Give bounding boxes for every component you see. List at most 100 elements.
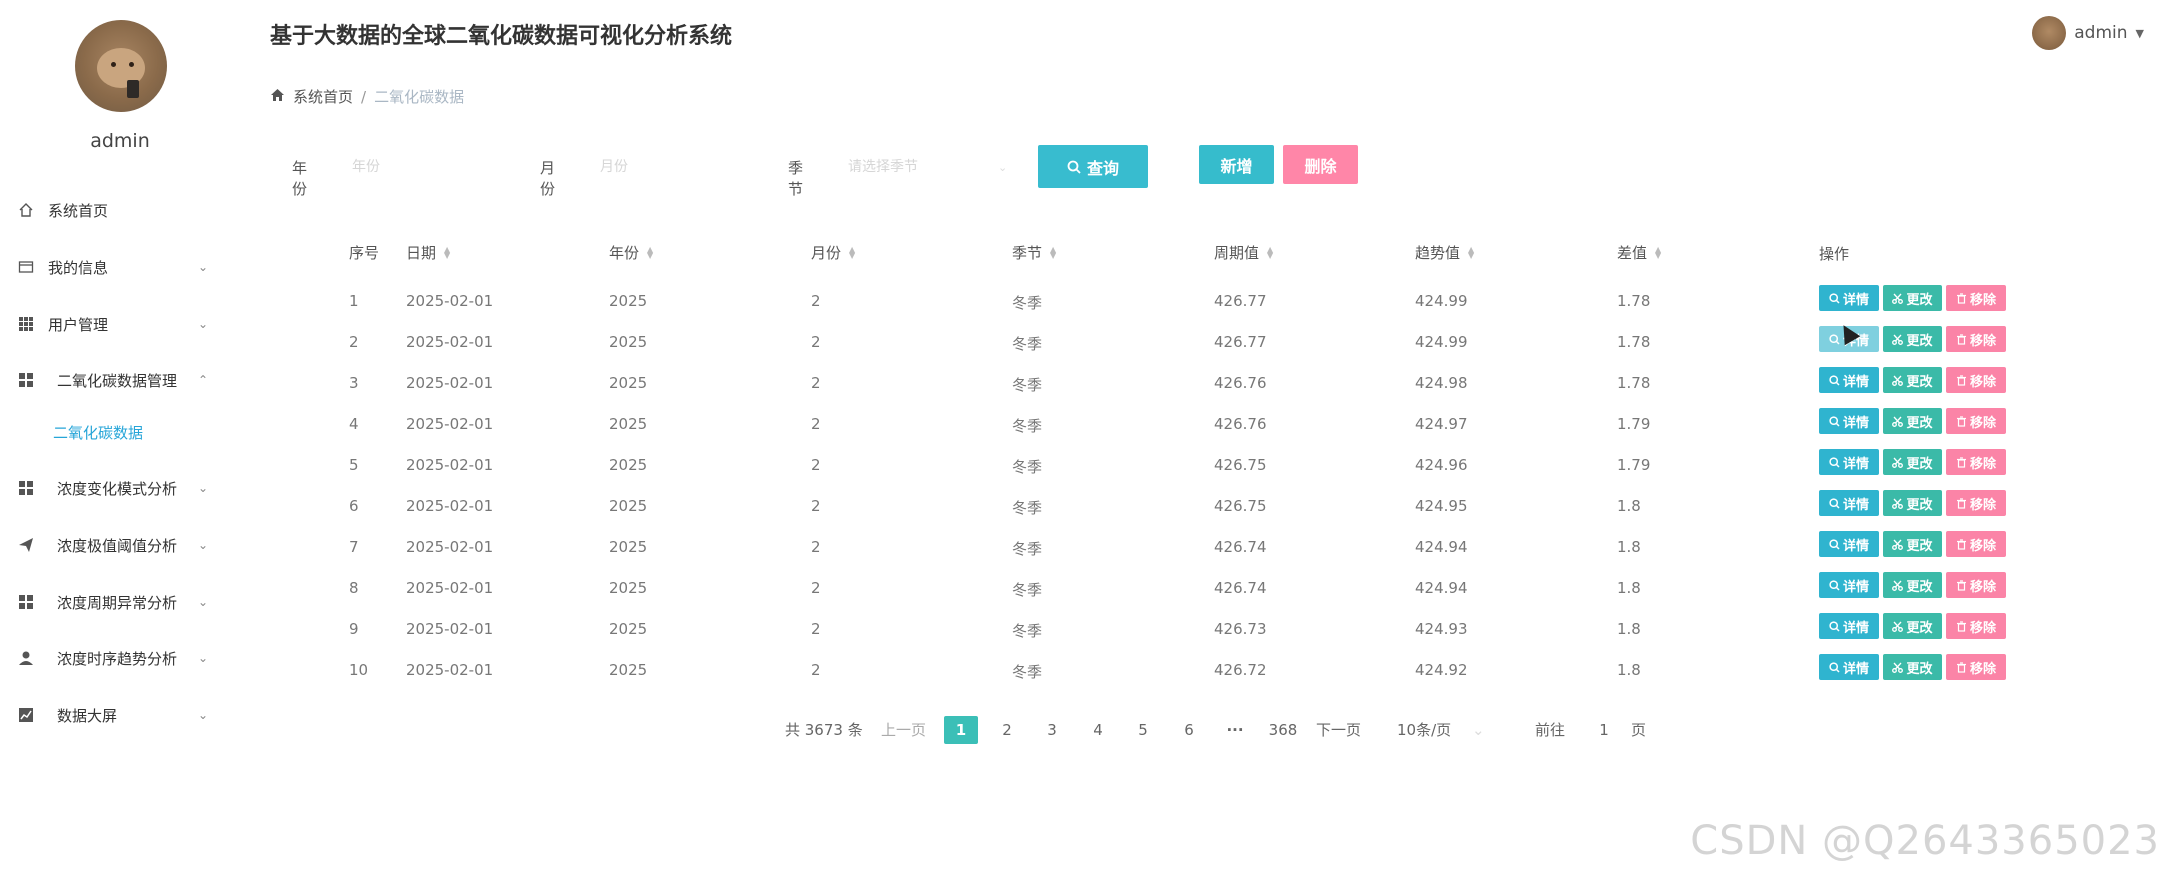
detail-button[interactable]: 详情 — [1819, 449, 1879, 475]
sidebar-item-co2-management[interactable]: 二氧化碳数据管理 ⌃ — [0, 360, 230, 400]
table-cell: 2025-02-01 — [406, 661, 494, 679]
remove-button-label: 移除 — [1969, 415, 1996, 431]
table-cell: 1.8 — [1617, 579, 1641, 597]
profile-card-icon — [18, 259, 34, 275]
send-icon — [18, 537, 34, 553]
page-button[interactable]: 3 — [1035, 716, 1069, 744]
detail-button-label: 详情 — [1842, 374, 1869, 390]
edit-button[interactable]: 更改 — [1883, 531, 1942, 557]
search-button[interactable]: 查询 — [1038, 145, 1148, 188]
detail-button[interactable]: 详情 — [1819, 613, 1879, 639]
detail-button[interactable]: 详情 — [1819, 490, 1879, 516]
season-select[interactable] — [846, 149, 1020, 185]
column-header-period[interactable]: 周期值 ▲ ▼ — [1214, 242, 1273, 263]
table-cell: 424.99 — [1415, 333, 1468, 351]
remove-button[interactable]: 移除 — [1946, 408, 2006, 434]
sidebar-item-dashboard[interactable]: 数据大屏 ⌄ — [0, 695, 230, 735]
column-header-month[interactable]: 月份 ▲ ▼ — [811, 242, 855, 263]
chevron-up-icon: ⌃ — [198, 373, 209, 387]
edit-button[interactable]: 更改 — [1883, 654, 1942, 680]
goto-page-input[interactable]: 1 — [1591, 716, 1617, 744]
page-button[interactable]: 368 — [1260, 716, 1306, 744]
sidebar-item-change-pattern[interactable]: 浓度变化模式分析 ⌄ — [0, 468, 230, 508]
sort-icon[interactable]: ▲ ▼ — [1468, 245, 1474, 259]
remove-button[interactable]: 移除 — [1946, 531, 2006, 557]
table-cell: 1.8 — [1617, 620, 1641, 638]
sidebar-item-periodic-anomaly[interactable]: 浓度周期异常分析 ⌄ — [0, 582, 230, 622]
more-pages-button[interactable]: ··· — [1218, 716, 1252, 744]
detail-button[interactable]: 详情 — [1819, 572, 1879, 598]
column-header-trend[interactable]: 趋势值 ▲ ▼ — [1415, 242, 1474, 263]
remove-button[interactable]: 移除 — [1946, 490, 2006, 516]
remove-button[interactable]: 移除 — [1946, 285, 2006, 311]
edit-button[interactable]: 更改 — [1883, 490, 1942, 516]
remove-button[interactable]: 移除 — [1946, 654, 2006, 680]
column-header-year[interactable]: 年份 ▲ ▼ — [609, 242, 653, 263]
table-cell: 2025 — [609, 579, 648, 597]
edit-button[interactable]: 更改 — [1883, 572, 1942, 598]
next-page-button[interactable]: 下一页 — [1316, 716, 1361, 744]
remove-button[interactable]: 移除 — [1946, 572, 2006, 598]
detail-button[interactable]: 详情 — [1819, 531, 1879, 557]
month-input[interactable] — [598, 149, 772, 185]
sidebar-item-label: 我的信息 — [48, 258, 109, 277]
sidebar-item-time-trend[interactable]: 浓度时序趋势分析 ⌄ — [0, 638, 230, 678]
sidebar-item-home[interactable]: 系统首页 — [0, 190, 230, 230]
edit-button[interactable]: 更改 — [1883, 367, 1942, 393]
prev-page-button[interactable]: 上一页 — [881, 716, 926, 744]
page-button[interactable]: 6 — [1172, 716, 1206, 744]
page-button[interactable]: 5 — [1126, 716, 1160, 744]
grid-icon — [18, 480, 34, 496]
edit-button[interactable]: 更改 — [1883, 285, 1942, 311]
table-cell: 426.75 — [1214, 497, 1267, 515]
remove-button[interactable]: 移除 — [1946, 326, 2006, 352]
row-actions: 详情 更改 移除 — [1819, 285, 2006, 311]
chevron-down-icon: ⌄ — [198, 708, 209, 722]
edit-button[interactable]: 更改 — [1883, 408, 1942, 434]
page-button[interactable]: 2 — [990, 716, 1024, 744]
sort-icon[interactable]: ▲ ▼ — [1267, 245, 1273, 259]
edit-button-label: 更改 — [1906, 661, 1933, 677]
table-row: 4 2025-02-01 2025 2 冬季 426.76 424.97 1.79 详情 更改 移除 — [349, 403, 2006, 444]
edit-button[interactable]: 更改 — [1883, 613, 1942, 639]
sidebar-item-extreme-threshold[interactable]: 浓度极值阈值分析 ⌄ — [0, 525, 230, 565]
scissors-icon — [1892, 580, 1904, 591]
user-menu[interactable]: admin ▼ — [2032, 16, 2144, 50]
sort-icon[interactable]: ▲ ▼ — [1050, 245, 1056, 259]
sidebar-item-user-management[interactable]: 用户管理 ⌄ — [0, 304, 230, 344]
scissors-icon — [1892, 334, 1904, 345]
column-header-season[interactable]: 季节 ▲ ▼ — [1012, 242, 1056, 263]
detail-button-label: 详情 — [1842, 538, 1869, 554]
remove-button[interactable]: 移除 — [1946, 613, 2006, 639]
detail-button[interactable]: 详情 — [1819, 654, 1879, 680]
column-header-date[interactable]: 日期 ▲ ▼ — [406, 242, 450, 263]
remove-button[interactable]: 移除 — [1946, 449, 2006, 475]
edit-button[interactable]: 更改 — [1883, 326, 1942, 352]
sort-icon[interactable]: ▲ ▼ — [444, 245, 450, 259]
edit-button[interactable]: 更改 — [1883, 449, 1942, 475]
page-button[interactable]: 1 — [944, 716, 978, 744]
remove-button-label: 移除 — [1969, 661, 1996, 677]
column-header-diff[interactable]: 差值 ▲ ▼ — [1617, 242, 1661, 263]
search-button-label: 查询 — [1086, 158, 1119, 178]
sort-icon[interactable]: ▲ ▼ — [1655, 245, 1661, 259]
detail-button[interactable]: 详情 — [1819, 408, 1879, 434]
scissors-icon — [1892, 416, 1904, 427]
detail-button[interactable]: 详情 — [1819, 285, 1879, 311]
sort-icon[interactable]: ▲ ▼ — [849, 245, 855, 259]
year-input[interactable] — [350, 149, 524, 185]
page-size-select[interactable]: 10条/页 — [1397, 716, 1451, 744]
sort-icon[interactable]: ▲ ▼ — [647, 245, 653, 259]
sidebar-item-my-info[interactable]: 我的信息 ⌄ — [0, 247, 230, 287]
table-cell: 2025 — [609, 292, 648, 310]
remove-button[interactable]: 移除 — [1946, 367, 2006, 393]
sidebar-item-co2-data[interactable]: 二氧化碳数据 — [0, 412, 230, 452]
scissors-icon — [1892, 498, 1904, 509]
breadcrumb-home[interactable]: 系统首页 — [293, 86, 353, 107]
add-button[interactable]: 新增 — [1199, 145, 1274, 184]
user-avatar[interactable] — [75, 20, 167, 112]
delete-button[interactable]: 删除 — [1283, 145, 1358, 184]
breadcrumb: 系统首页 / 二氧化碳数据 — [270, 86, 464, 107]
page-button[interactable]: 4 — [1081, 716, 1115, 744]
detail-button[interactable]: 详情 — [1819, 367, 1879, 393]
